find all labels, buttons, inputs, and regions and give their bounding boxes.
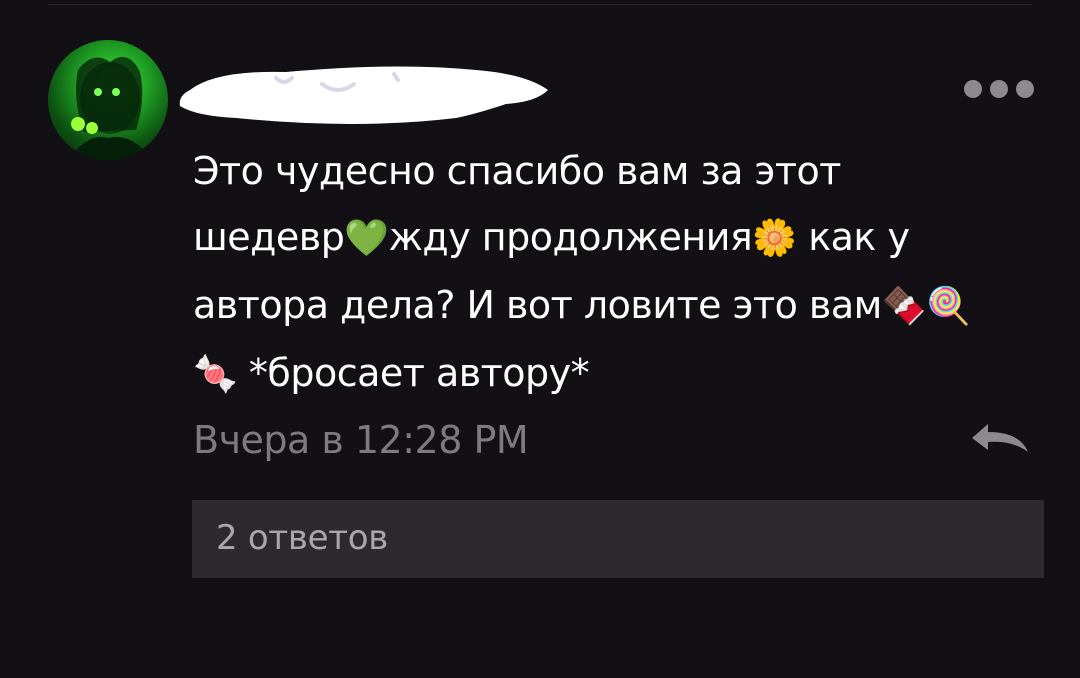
comment-line: автора дела? И вот ловите это вам🍫🍭	[193, 272, 1043, 340]
view-replies-button[interactable]: 2 ответов	[192, 500, 1044, 578]
reply-arrow-icon[interactable]	[968, 418, 1032, 456]
blossom-icon: 🌼	[752, 218, 797, 259]
green-heart-icon: 💚	[344, 218, 389, 259]
avatar-illustration	[68, 56, 152, 160]
more-dots-icon	[964, 80, 982, 98]
more-options-button[interactable]	[964, 74, 1034, 104]
comment-line: 🍬 *бросает автору*	[193, 340, 1043, 408]
lollipop-icon: 🍭	[926, 286, 971, 327]
username-redaction[interactable]	[176, 56, 556, 130]
top-divider	[48, 4, 1032, 5]
replies-count-label: 2 ответов	[216, 518, 388, 558]
comment-text: шедевр	[193, 215, 345, 259]
comment-text: как у	[796, 215, 910, 259]
comment-body: Это чудесно спасибо вам за этот шедевр💚ж…	[193, 138, 1043, 408]
comment-text: автора дела? И вот ловите это вам	[193, 283, 882, 327]
comment-text: Это чудесно спасибо вам за этот	[193, 149, 841, 193]
candy-icon: 🍬	[193, 354, 238, 395]
more-dots-icon	[1016, 80, 1034, 98]
user-avatar[interactable]	[48, 40, 168, 160]
comment-timestamp: Вчера в 12:28 PM	[193, 418, 529, 462]
comment-text: *бросает автору*	[237, 351, 590, 395]
comment-text: жду продолжения	[388, 215, 753, 259]
comment-line: шедевр💚жду продолжения🌼 как у	[193, 204, 1043, 272]
chocolate-bar-icon: 🍫	[881, 286, 927, 327]
comment-line: Это чудесно спасибо вам за этот	[193, 138, 1043, 204]
comment-screen: Это чудесно спасибо вам за этот шедевр💚ж…	[0, 0, 1080, 678]
more-dots-icon	[990, 80, 1008, 98]
